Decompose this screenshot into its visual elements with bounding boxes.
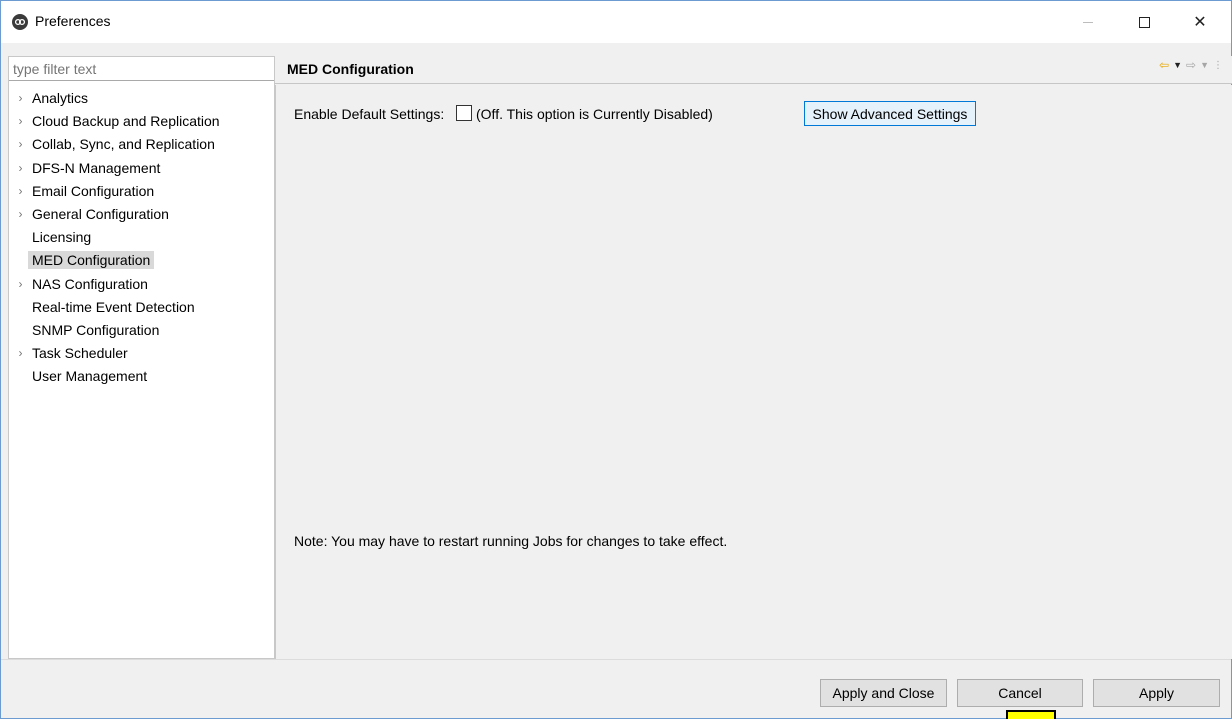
filter-input[interactable] <box>9 57 274 81</box>
footer-divider <box>1 659 1231 660</box>
tree-item[interactable]: › Collab, Sync, and Replication <box>9 133 274 155</box>
tree-item-label: Analytics <box>32 90 89 106</box>
minimize-button[interactable] <box>1065 1 1111 43</box>
preferences-window: Preferences ✕ › Analytics › Cloud Backup an… <box>0 0 1232 719</box>
tree-item[interactable]: › Task Scheduler <box>9 342 274 364</box>
tree-item-label: General Configuration <box>32 206 169 222</box>
back-arrow-icon[interactable]: ⇦ <box>1159 58 1169 72</box>
app-logo-icon <box>12 14 28 30</box>
tree-item[interactable]: SNMP Configuration <box>9 319 274 341</box>
chevron-right-icon[interactable]: › <box>13 346 28 360</box>
enable-default-description: (Off. This option is Currently Disabled) <box>476 106 713 122</box>
close-button[interactable]: ✕ <box>1177 1 1223 43</box>
cursor-highlight <box>1006 710 1056 719</box>
show-advanced-settings-button[interactable]: Show Advanced Settings <box>804 101 976 126</box>
tree-item[interactable]: › NAS Configuration <box>9 273 274 295</box>
chevron-right-icon[interactable]: › <box>13 161 28 175</box>
tree-item-label: Task Scheduler <box>32 345 128 362</box>
restart-note: Note: You may have to restart running Jo… <box>294 533 728 549</box>
tree-item-label: Cloud Backup and Replication <box>32 113 220 130</box>
tree-item[interactable]: › Cloud Backup and Replication <box>9 110 274 132</box>
tree-item-label: User Management <box>32 368 148 385</box>
view-menu-icon[interactable]: ⋮ <box>1213 60 1223 71</box>
chevron-right-icon[interactable]: › <box>13 184 28 198</box>
page-title: MED Configuration <box>287 61 414 77</box>
maximize-icon <box>1138 16 1150 28</box>
tree-item-label: SNMP Configuration <box>32 322 160 338</box>
tree-item[interactable]: › DFS-N Management <box>9 157 274 179</box>
tree-item[interactable]: Licensing <box>9 226 274 248</box>
tree-item[interactable]: Real-time Event Detection <box>9 296 274 318</box>
tree-item[interactable]: › Analytics <box>9 87 274 109</box>
window-title: Preferences <box>35 13 111 29</box>
page-nav-toolbar: ⇦ ▼ ⇨ ▼ ⋮ <box>1159 58 1223 72</box>
tree-item-label: Licensing <box>32 229 92 246</box>
maximize-button[interactable] <box>1121 1 1167 43</box>
tree-item-label: DFS-N Management <box>32 159 161 176</box>
forward-arrow-icon[interactable]: ⇨ <box>1186 58 1196 72</box>
forward-dropdown-icon[interactable]: ▼ <box>1200 60 1209 70</box>
tree-item-label: Email Configuration <box>32 182 155 199</box>
tree-item[interactable]: › Email Configuration <box>9 180 274 202</box>
tree-item-label: NAS Configuration <box>32 275 148 292</box>
enable-default-label: Enable Default Settings: <box>294 106 445 122</box>
tree-item[interactable]: › General Configuration <box>9 203 274 225</box>
minimize-icon <box>1083 21 1093 23</box>
apply-button[interactable]: Apply <box>1093 679 1220 707</box>
chevron-right-icon[interactable]: › <box>13 277 28 291</box>
tree-item[interactable]: User Management <box>9 365 274 387</box>
preferences-tree-panel: ›Analytics›Cloud Backup and Replication›… <box>8 56 275 659</box>
page-header: MED Configuration ⇦ ▼ ⇨ ▼ ⋮ <box>275 56 1232 84</box>
title-bar: Preferences ✕ <box>1 1 1231 43</box>
chevron-right-icon[interactable]: › <box>13 91 28 105</box>
tree-item[interactable]: MED Configuration <box>9 249 274 271</box>
enable-default-checkbox[interactable] <box>456 105 472 121</box>
close-icon: ✕ <box>1193 14 1207 31</box>
tree-item-label: Collab, Sync, and Replication <box>32 136 215 153</box>
cancel-button[interactable]: Cancel <box>957 679 1083 707</box>
page-content: Enable Default Settings: (Off. This opti… <box>275 85 1232 659</box>
chevron-right-icon[interactable]: › <box>13 114 28 128</box>
chevron-right-icon[interactable]: › <box>13 137 28 151</box>
apply-and-close-button[interactable]: Apply and Close <box>820 679 947 707</box>
back-dropdown-icon[interactable]: ▼ <box>1173 60 1182 70</box>
chevron-right-icon[interactable]: › <box>13 207 28 221</box>
tree-item-label: MED Configuration <box>28 251 155 270</box>
tree-item-label: Real-time Event Detection <box>32 298 195 315</box>
